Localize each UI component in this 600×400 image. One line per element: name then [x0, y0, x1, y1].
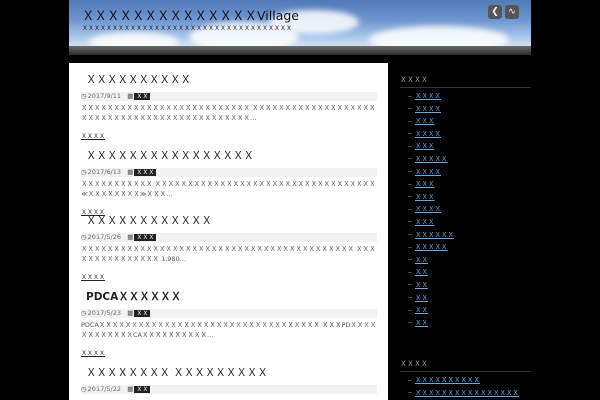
post-category[interactable]: ＸＸＸ: [134, 169, 157, 176]
category-item[interactable]: ＸＸＸ: [408, 140, 454, 153]
post-title[interactable]: ＸＸＸＸＸＸＸＸＸＸＸＸＸＸＸＸ: [81, 148, 377, 163]
post-category[interactable]: ＸＸ: [134, 310, 151, 317]
post-title[interactable]: ＸＸＸＸＸＸＸＸ ＸＸＸＸＸＸＸＸＸ: [81, 365, 377, 380]
category-item[interactable]: ＸＸＸＸ: [408, 166, 454, 179]
recent-post-item[interactable]: ＸＸＸＸＸＸＸＸＸＸＸＸＸＸＸＸ: [408, 387, 519, 400]
post-excerpt: ＸＸＸＸＸＸＸＸＸＸＸ ＸＸＸＸＸＸＸＸＸＸＸＸＸＸＸＸＸＸＸＸＸＸＸＸＸＸＸＸ…: [81, 180, 376, 198]
widget-divider: [400, 87, 531, 88]
post-date: 2017/6/13: [87, 168, 122, 176]
widget-divider: [400, 371, 531, 372]
category-item[interactable]: ＸＸＸ: [408, 216, 454, 229]
category-item[interactable]: ＸＸＸＸ: [408, 90, 454, 103]
category-item[interactable]: ＸＸ: [408, 304, 454, 317]
post-excerpt: ＸＸＸＸＸＸＸＸＸＸＸＸＸＸＸＸＸＸＸＸＸＸＸＸＸＸＸＸＸＸＸＸＸＸＸＸＸＸＸＸ…: [81, 245, 376, 263]
post-title[interactable]: ＸＸＸＸＸＸＸＸＸＸＸＸ: [81, 213, 377, 228]
category-item[interactable]: ＸＸＸＸ: [408, 203, 454, 216]
category-item[interactable]: ＸＸＸ: [408, 115, 454, 128]
category-list: ＸＸＸＸ ＸＸＸＸ ＸＸＸ ＸＸＸＸ ＸＸＸ ＸＸＸＸＸ ＸＸＸＸ ＸＸＸ ＸＸ…: [408, 90, 454, 329]
category-item[interactable]: ＸＸＸＸＸ: [408, 241, 454, 254]
post-item: ＸＸＸＸＸＸＸＸＸＸＸＸ ◷2017/5/26 ▦ ＸＸＸ ＸＸＸＸＸＸＸＸＸＸＸ…: [81, 213, 377, 283]
site-header: ＸＸＸＸＸＸＸＸＸＸＸＸＸＸVillage ＸＸＸＸＸＸＸＸＸＸＸＸＸＸＸＸＸＸ…: [69, 0, 531, 46]
post-category[interactable]: ＸＸＸ: [134, 234, 157, 241]
read-more-link[interactable]: ＸＸＸＸ: [81, 272, 105, 281]
post-date: 2017/5/22: [87, 385, 122, 393]
clock-icon: ◷: [81, 309, 87, 317]
post-item: ＸＸＸＸＸＸＸＸＸＸ ◷2017/9/11 ▦ ＸＸ ＸＸＸＸＸＸＸＸＸＸＸＸＸＸ…: [81, 72, 377, 142]
post-meta: ◷2017/5/22 ▦ ＸＸ: [81, 385, 377, 394]
clock-icon: ◷: [81, 168, 87, 176]
post-title[interactable]: PDCAＸＸＸＸＸＸ: [81, 289, 377, 304]
widget-title-recent: ＸＸＸＸ: [400, 360, 428, 368]
post-item: PDCAＸＸＸＸＸＸ ◷2017/5/23 ▦ ＸＸ PDCAＸＸＸＸＸＸＸＸＸＸ…: [81, 289, 377, 359]
category-item[interactable]: ＸＸ: [408, 317, 454, 330]
category-item[interactable]: ＸＸＸＸ: [408, 103, 454, 116]
post-list: ＸＸＸＸＸＸＸＸＸＸ ◷2017/9/11 ▦ ＸＸ ＸＸＸＸＸＸＸＸＸＸＸＸＸＸ…: [69, 63, 388, 400]
site-title[interactable]: ＸＸＸＸＸＸＸＸＸＸＸＸＸＸVillage: [82, 5, 299, 24]
folder-icon: ▦: [127, 309, 134, 317]
folder-icon: ▦: [127, 92, 134, 100]
clock-icon: ◷: [81, 92, 87, 100]
post-meta: ◷2017/9/11 ▦ ＸＸ: [81, 92, 377, 101]
clock-icon: ◷: [81, 385, 87, 393]
post-item: ＸＸＸＸＸＸＸＸ ＸＸＸＸＸＸＸＸＸ ◷2017/5/22 ▦ ＸＸ: [81, 365, 377, 394]
clock-icon: ◷: [81, 233, 87, 241]
category-item[interactable]: ＸＸ: [408, 292, 454, 305]
rss-icon[interactable]: ∿: [505, 5, 519, 19]
post-date: 2017/5/23: [87, 309, 122, 317]
widget-title-categories: ＸＸＸＸ: [400, 76, 428, 84]
read-more-link[interactable]: ＸＸＸＸ: [81, 348, 105, 357]
category-item[interactable]: ＸＸＸ: [408, 191, 454, 204]
post-date: 2017/5/26: [87, 233, 122, 241]
site-tagline: ＸＸＸＸＸＸＸＸＸＸＸＸＸＸＸＸＸＸＸＸＸＸＸＸＸＸＸＸＸＸＸＸＸＸＸ: [82, 25, 293, 32]
post-meta: ◷2017/5/23 ▦ ＸＸ: [81, 309, 377, 318]
post-meta: ◷2017/6/13 ▦ ＸＸＸ: [81, 168, 377, 177]
category-item[interactable]: ＸＸ: [408, 266, 454, 279]
category-item[interactable]: ＸＸＸ: [408, 178, 454, 191]
folder-icon: ▦: [127, 168, 134, 176]
post-meta: ◷2017/5/26 ▦ ＸＸＸ: [81, 233, 377, 242]
recent-post-item[interactable]: ＸＸＸＸＸＸＸＸＸＸ: [408, 374, 519, 387]
category-item[interactable]: ＸＸＸＸＸＸ: [408, 229, 454, 242]
post-excerpt: ＸＸＸＸＸＸＸＸＸＸＸＸＸＸＸＸＸＸＸＸＸＸＸＸＸＸ ＸＸＸＸＸＸＸＸＸＸＸＸＸ…: [81, 104, 376, 122]
category-item[interactable]: ＸＸＸＸ: [408, 128, 454, 141]
sidebar: ＸＸＸＸ ＸＸＸＸ ＸＸＸＸ ＸＸＸ ＸＸＸＸ ＸＸＸ ＸＸＸＸＸ ＸＸＸＸ Ｘ…: [400, 63, 531, 400]
folder-icon: ▦: [127, 385, 134, 393]
category-item[interactable]: ＸＸ: [408, 279, 454, 292]
post-category[interactable]: ＸＸ: [134, 386, 151, 393]
header-cloud: [369, 26, 509, 46]
feedly-icon[interactable]: ❮: [488, 5, 502, 19]
nav-bar: [69, 46, 531, 55]
folder-icon: ▦: [127, 233, 134, 241]
post-title[interactable]: ＸＸＸＸＸＸＸＸＸＸ: [81, 72, 377, 87]
post-category[interactable]: ＸＸ: [134, 93, 151, 100]
category-item[interactable]: ＸＸＸＸＸ: [408, 153, 454, 166]
post-excerpt: PDCAＸＸＸＸＸＸＸＸＸＸＸＸＸＸＸＸＸＸＸＸＸＸＸＸＸＸＸＸＸＸＸＸＸＸ Ｘ…: [81, 321, 377, 339]
post-date: 2017/9/11: [87, 92, 122, 100]
category-item[interactable]: ＸＸ: [408, 254, 454, 267]
post-item: ＸＸＸＸＸＸＸＸＸＸＸＸＸＸＸＸ ◷2017/6/13 ▦ ＸＸＸ ＸＸＸＸＸＸＸ…: [81, 148, 377, 218]
read-more-link[interactable]: ＸＸＸＸ: [81, 131, 105, 140]
header-cloud: [89, 32, 179, 46]
recent-posts-list: ＸＸＸＸＸＸＸＸＸＸ ＸＸＸＸＸＸＸＸＸＸＸＸＸＸＸＸ: [408, 374, 519, 399]
